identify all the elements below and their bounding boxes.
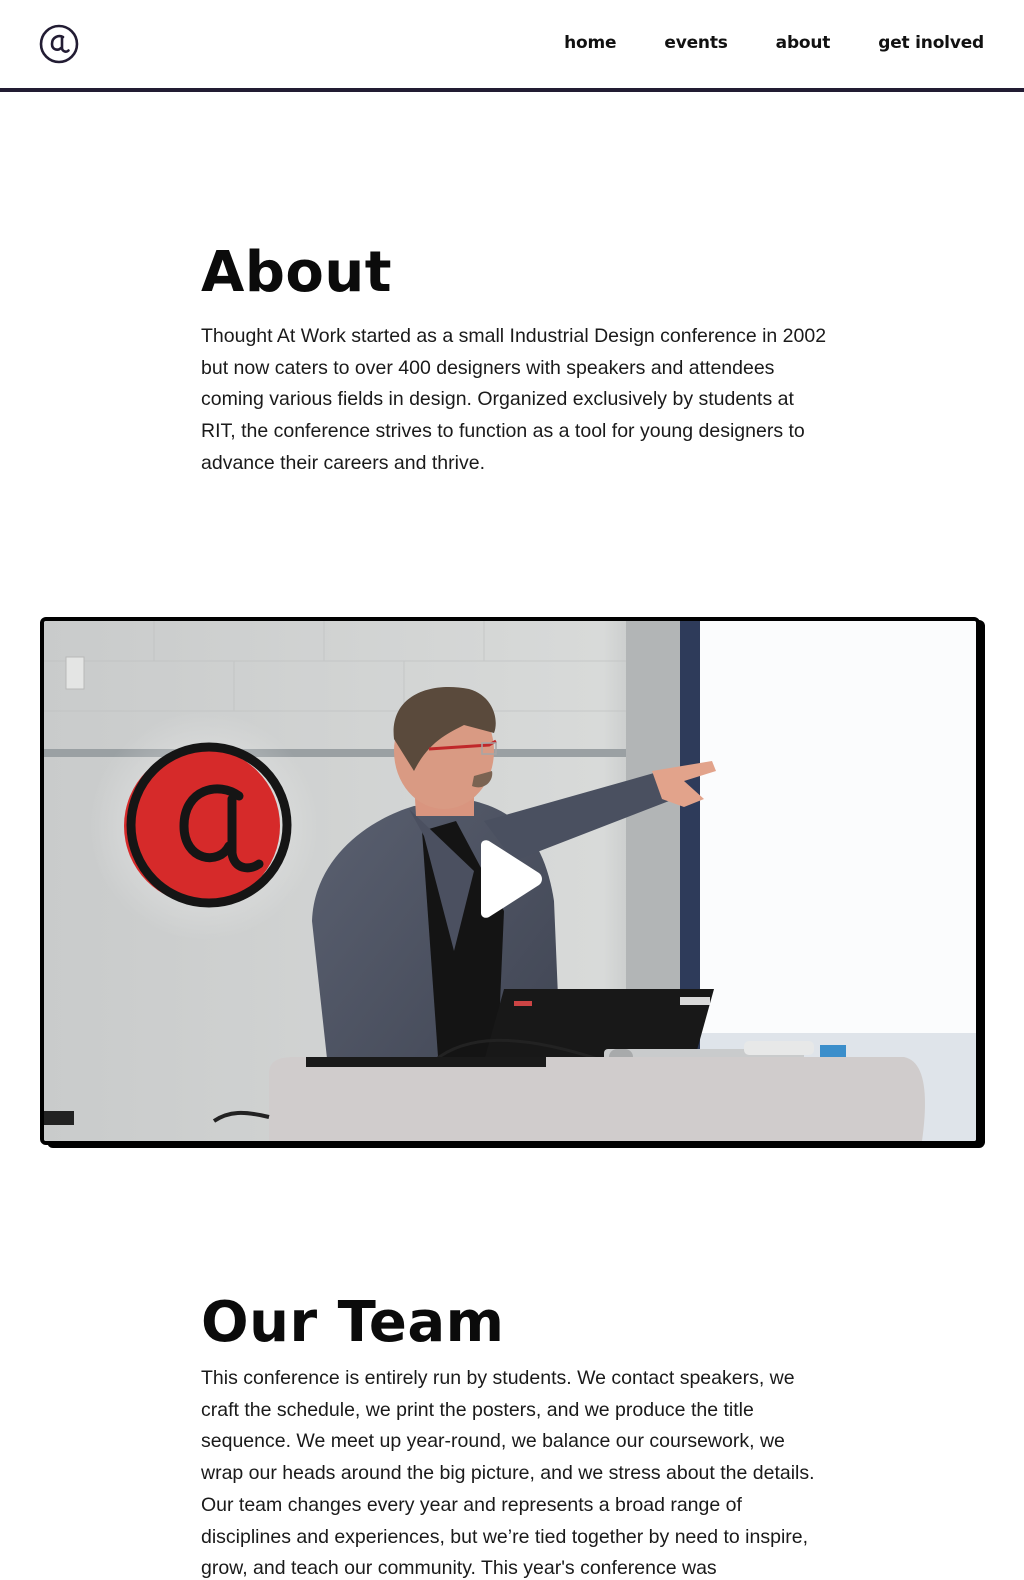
site-header: home events about get inolved bbox=[0, 0, 1024, 92]
team-paragraph: This conference is entirely run by stude… bbox=[201, 1367, 815, 1580]
about-paragraph: Thought At Work started as a small Indus… bbox=[201, 325, 827, 474]
at-sign-logo-icon[interactable] bbox=[39, 24, 79, 64]
play-icon[interactable] bbox=[475, 839, 545, 919]
about-heading: About bbox=[201, 240, 393, 305]
nav-get-involved-link[interactable]: get inolved bbox=[878, 33, 984, 53]
nav-events-link[interactable]: events bbox=[664, 33, 727, 53]
nav-about-link[interactable]: about bbox=[776, 33, 831, 53]
team-heading: Our Team bbox=[201, 1290, 505, 1355]
main-nav: home events about get inolved bbox=[564, 33, 984, 53]
video-player[interactable] bbox=[40, 617, 980, 1145]
nav-home-link[interactable]: home bbox=[564, 33, 616, 53]
